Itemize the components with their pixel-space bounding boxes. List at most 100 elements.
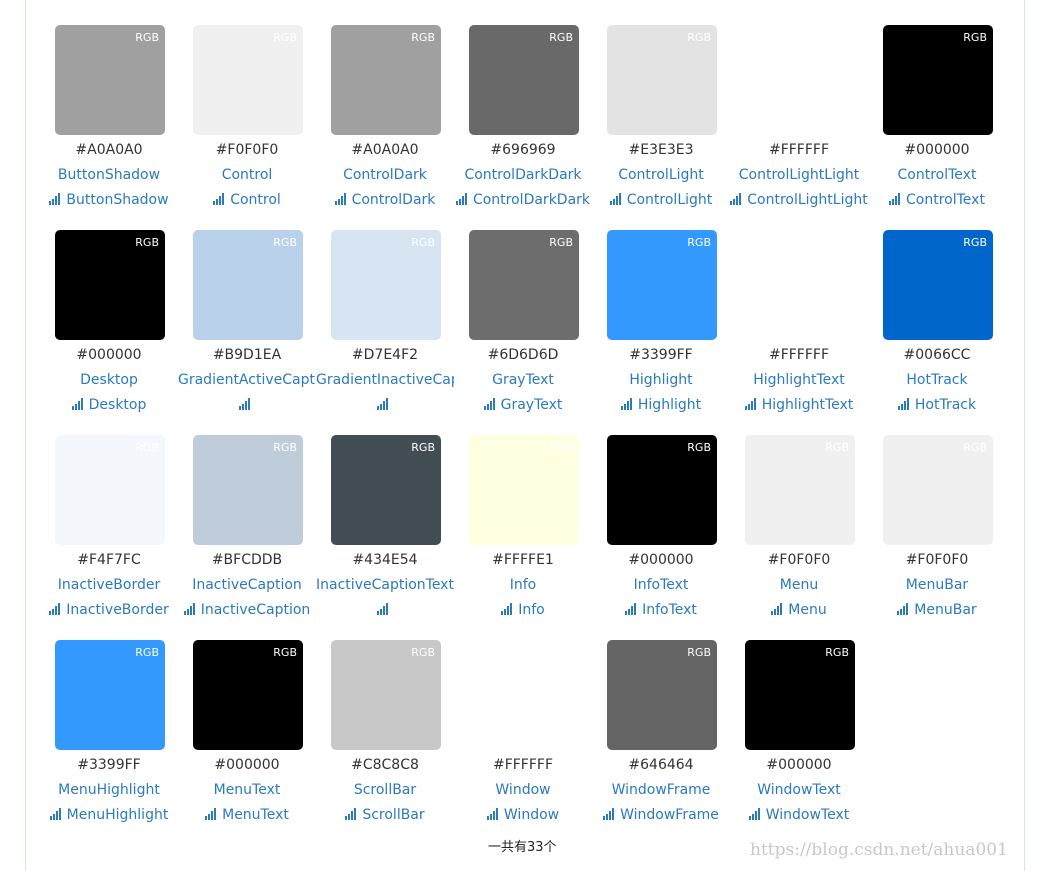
color-swatch: RGB — [331, 25, 441, 135]
signal-bars-icon — [49, 808, 63, 820]
color-link[interactable]: WindowText — [730, 807, 868, 823]
color-swatch: RGB — [331, 230, 441, 340]
signal-bars-icon — [609, 193, 623, 205]
color-name: WindowFrame — [611, 782, 711, 798]
color-link[interactable]: Window — [454, 807, 592, 823]
color-link[interactable]: ControlText — [868, 192, 1006, 208]
color-swatch: RGB — [193, 230, 303, 340]
color-swatch: RGB — [883, 230, 993, 340]
color-item: RGB #696969 ControlDarkDark ControlDarkD… — [454, 25, 592, 230]
color-hex: #BFCDDB — [211, 552, 283, 568]
color-link-label: Menu — [788, 602, 827, 618]
rgb-label: RGB — [273, 441, 297, 454]
rgb-label: RGB — [687, 236, 711, 249]
signal-bars-icon — [730, 193, 743, 205]
color-hex: #D7E4F2 — [351, 347, 419, 363]
color-link[interactable]: WindowFrame — [592, 807, 730, 823]
signal-bars-icon — [483, 398, 497, 410]
color-item: #FFFFFF HighlightText HighlightText — [730, 230, 868, 435]
color-link[interactable]: MenuBar — [868, 602, 1006, 618]
color-link[interactable]: InactiveBorder — [40, 602, 178, 618]
color-link[interactable]: ControlDarkDark — [454, 192, 592, 208]
color-link[interactable]: ControlLightLight — [730, 192, 868, 208]
color-link[interactable]: Highlight — [592, 397, 730, 413]
signal-bars-icon — [771, 603, 784, 615]
color-hex: #000000 — [628, 552, 694, 568]
color-swatch: RGB — [193, 25, 303, 135]
color-link[interactable]: Control — [178, 192, 316, 208]
color-link[interactable]: ButtonShadow — [40, 192, 178, 208]
rgb-label: RGB — [549, 441, 573, 454]
color-link[interactable] — [316, 397, 454, 413]
signal-bars-icon — [486, 808, 500, 820]
color-hex: #F4F7FC — [77, 552, 141, 568]
signal-bars-icon — [501, 603, 514, 615]
rgb-label: RGB — [549, 236, 573, 249]
signal-bars-icon — [376, 398, 390, 410]
color-link[interactable]: Desktop — [40, 397, 178, 413]
color-link[interactable]: ControlLight — [592, 192, 730, 208]
color-link[interactable]: ControlDark — [316, 192, 454, 208]
rgb-label: RGB — [135, 441, 159, 454]
color-name: GradientInactiveCaption — [316, 372, 454, 388]
color-item: RGB #6D6D6D GrayText GrayText — [454, 230, 592, 435]
rgb-label: RGB — [273, 646, 297, 659]
color-link-label: InfoText — [642, 602, 697, 618]
color-swatch: RGB — [469, 25, 579, 135]
color-link-label: MenuText — [222, 807, 289, 823]
color-link[interactable]: Menu — [730, 602, 868, 618]
color-link[interactable]: MenuHighlight — [40, 807, 178, 823]
color-link-label: Window — [503, 807, 560, 823]
color-item: RGB #FFFFE1 Info Info — [454, 435, 592, 640]
color-hex: #646464 — [628, 757, 694, 773]
color-link-label: Control — [230, 192, 281, 208]
color-name: WindowText — [757, 782, 841, 798]
signal-bars-icon — [376, 603, 390, 615]
color-name: Desktop — [80, 372, 138, 388]
color-link[interactable]: HotTrack — [868, 397, 1006, 413]
color-item: RGB #3399FF MenuHighlight MenuHighlight — [40, 640, 178, 845]
color-hex: #F0F0F0 — [905, 552, 969, 568]
color-hex: #FFFFFF — [768, 142, 830, 158]
color-link-label: ControlLightLight — [747, 192, 868, 208]
color-link[interactable]: ScrollBar — [316, 807, 454, 823]
color-name: MenuHighlight — [58, 782, 160, 798]
signal-bars-icon — [625, 603, 638, 615]
color-link[interactable]: InactiveCaption — [178, 602, 316, 618]
color-link[interactable] — [178, 397, 316, 413]
watermark: https://blog.csdn.net/ahua001 — [750, 840, 1008, 860]
color-link[interactable]: Info — [454, 602, 592, 618]
rgb-label: RGB — [411, 646, 435, 659]
color-hex: #FFFFFF — [768, 347, 830, 363]
color-link-label: InactiveCaption — [200, 602, 311, 618]
signal-bars-icon — [897, 603, 910, 615]
color-swatch: RGB — [745, 435, 855, 545]
color-item: RGB #F0F0F0 MenuBar MenuBar — [868, 435, 1006, 640]
color-link[interactable]: HighlightText — [730, 397, 868, 413]
rgb-label: RGB — [411, 441, 435, 454]
color-link-label: ControlDarkDark — [472, 192, 591, 208]
color-link-label: ControlText — [906, 192, 985, 208]
color-name: Control — [221, 167, 273, 183]
rgb-label: RGB — [273, 236, 297, 249]
color-name: ControlText — [897, 167, 977, 183]
color-name: ControlLight — [618, 167, 704, 183]
color-link[interactable]: InfoText — [592, 602, 730, 618]
color-item: RGB #000000 ControlText ControlText — [868, 25, 1006, 230]
color-link[interactable]: GrayText — [454, 397, 592, 413]
color-link[interactable]: MenuText — [178, 807, 316, 823]
color-link-label: HotTrack — [914, 397, 977, 413]
color-hex: #F0F0F0 — [767, 552, 831, 568]
color-link[interactable] — [316, 602, 454, 618]
color-swatch: RGB — [607, 25, 717, 135]
color-item: RGB #F0F0F0 Control Control — [178, 25, 316, 230]
color-hex: #A0A0A0 — [351, 142, 419, 158]
signal-bars-icon — [334, 193, 348, 205]
color-name: ButtonShadow — [57, 167, 161, 183]
color-link-label: WindowFrame — [620, 807, 719, 823]
signal-bars-icon — [183, 603, 197, 615]
color-link-label: WindowText — [765, 807, 850, 823]
color-swatch — [469, 640, 579, 750]
rgb-label: RGB — [135, 31, 159, 44]
color-item: RGB #000000 MenuText MenuText — [178, 640, 316, 845]
